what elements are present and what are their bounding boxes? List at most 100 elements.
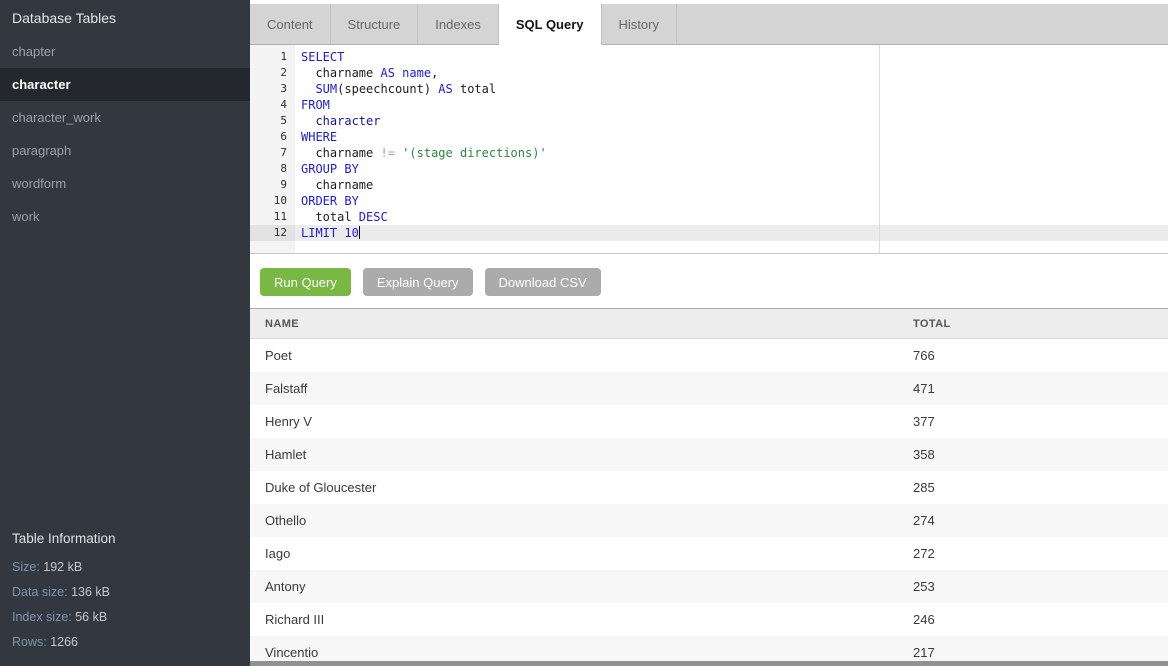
line-number: 3 bbox=[250, 81, 295, 97]
tab-content[interactable]: Content bbox=[250, 4, 331, 45]
line-number: 6 bbox=[250, 129, 295, 145]
sql-token-kw: AS bbox=[380, 66, 394, 80]
sql-token-plain: total bbox=[301, 210, 359, 224]
cell-name: Antony bbox=[250, 579, 898, 594]
sidebar-item-work[interactable]: work bbox=[0, 200, 250, 233]
tab-bar-filler bbox=[677, 4, 1168, 45]
bottom-scroll-strip bbox=[250, 661, 1168, 666]
main-panel: ContentStructureIndexesSQL QueryHistory … bbox=[250, 0, 1168, 666]
tab-sql-query[interactable]: SQL Query bbox=[499, 4, 602, 45]
cell-total: 274 bbox=[898, 513, 1168, 528]
line-number: 12 bbox=[250, 225, 295, 241]
tab-history[interactable]: History bbox=[602, 4, 677, 45]
code-line-12: 12LIMIT 10 bbox=[250, 225, 1168, 241]
line-number: 4 bbox=[250, 97, 295, 113]
line-number: 1 bbox=[250, 49, 295, 65]
sql-token-plain: charname bbox=[301, 178, 373, 192]
cell-name: Richard III bbox=[250, 612, 898, 627]
table-information-panel: Table Information Size: 192 kB Data size:… bbox=[0, 521, 250, 666]
sql-token-kw: name bbox=[402, 66, 431, 80]
download-csv-button[interactable]: Download CSV bbox=[485, 268, 601, 296]
cell-total: 766 bbox=[898, 348, 1168, 363]
cell-total: 246 bbox=[898, 612, 1168, 627]
sidebar-item-character-work[interactable]: character_work bbox=[0, 101, 250, 134]
sql-token-plain bbox=[301, 114, 315, 128]
table-row[interactable]: Duke of Gloucester285 bbox=[250, 471, 1168, 504]
sql-token-table: character bbox=[315, 114, 380, 128]
table-row[interactable]: Othello274 bbox=[250, 504, 1168, 537]
table-info-label: Data size: bbox=[12, 585, 71, 599]
sidebar: Database Tables chaptercharactercharacte… bbox=[0, 0, 250, 666]
cell-name: Iago bbox=[250, 546, 898, 561]
tab-structure[interactable]: Structure bbox=[331, 4, 419, 45]
text-cursor bbox=[359, 226, 360, 239]
editor-pane-divider bbox=[879, 45, 880, 253]
sql-token-kw: WHERE bbox=[301, 130, 337, 144]
code-line-9: 9 charname bbox=[250, 177, 1168, 193]
cell-name: Poet bbox=[250, 348, 898, 363]
tab-indexes[interactable]: Indexes bbox=[418, 4, 499, 45]
sql-token-plain: , bbox=[431, 66, 438, 80]
sql-token-plain: charname bbox=[301, 146, 380, 160]
sql-token-plain: charname bbox=[301, 66, 380, 80]
table-information-rows: Size: 192 kB Data size: 136 kB Index size:… bbox=[12, 560, 238, 649]
table-info-value: 136 kB bbox=[71, 585, 110, 599]
table-info-row-data-size-: Data size: 136 kB bbox=[12, 585, 238, 599]
code-line-2: 2 charname AS name, bbox=[250, 65, 1168, 81]
sidebar-item-paragraph[interactable]: paragraph bbox=[0, 134, 250, 167]
table-row[interactable]: Antony253 bbox=[250, 570, 1168, 603]
code-text: charname != '(stage directions)' bbox=[295, 145, 1168, 161]
sql-token-kw: DESC bbox=[359, 210, 388, 224]
sql-token-kw: SUM bbox=[315, 82, 337, 96]
table-info-row-size-: Size: 192 kB bbox=[12, 560, 238, 574]
table-row[interactable]: Falstaff471 bbox=[250, 372, 1168, 405]
table-row[interactable]: Hamlet358 bbox=[250, 438, 1168, 471]
table-row[interactable]: Poet766 bbox=[250, 339, 1168, 372]
sidebar-item-chapter[interactable]: chapter bbox=[0, 35, 250, 68]
line-number: 8 bbox=[250, 161, 295, 177]
code-line-5: 5 character bbox=[250, 113, 1168, 129]
sidebar-spacer bbox=[0, 233, 250, 521]
sql-query-editor[interactable]: 1SELECT2 charname AS name,3 SUM(speechco… bbox=[250, 45, 1168, 254]
cell-name: Hamlet bbox=[250, 447, 898, 462]
code-line-6: 6 WHERE bbox=[250, 129, 1168, 145]
sidebar-item-character[interactable]: character bbox=[0, 68, 250, 101]
cell-name: Othello bbox=[250, 513, 898, 528]
explain-query-button[interactable]: Explain Query bbox=[363, 268, 473, 296]
sql-token-kw: FROM bbox=[301, 98, 330, 112]
code-text: charname AS name, bbox=[295, 65, 1168, 81]
sql-token-op: != bbox=[380, 146, 394, 160]
code-text: SELECT bbox=[295, 49, 1168, 65]
sidebar-item-wordform[interactable]: wordform bbox=[0, 167, 250, 200]
code-text: GROUP BY bbox=[295, 161, 1168, 177]
results-rows: Poet766Falstaff471Henry V377Hamlet358Duk… bbox=[250, 339, 1168, 666]
table-row[interactable]: Iago272 bbox=[250, 537, 1168, 570]
cell-name: Duke of Gloucester bbox=[250, 480, 898, 495]
table-info-row-index-size-: Index size: 56 kB bbox=[12, 610, 238, 624]
sql-token-kw: GROUP BY bbox=[301, 162, 359, 176]
code-line-1: 1 SELECT bbox=[250, 49, 1168, 65]
code-lines: 1SELECT2 charname AS name,3 SUM(speechco… bbox=[250, 45, 1168, 241]
code-text: character bbox=[295, 113, 1168, 129]
cell-total: 358 bbox=[898, 447, 1168, 462]
cell-total: 253 bbox=[898, 579, 1168, 594]
table-info-value: 192 kB bbox=[43, 560, 82, 574]
table-information-header: Table Information bbox=[12, 531, 238, 546]
table-info-label: Rows: bbox=[12, 635, 50, 649]
query-toolbar: Run Query Explain Query Download CSV bbox=[250, 254, 1168, 308]
sql-token-num: 10 bbox=[344, 226, 358, 240]
table-row[interactable]: Richard III246 bbox=[250, 603, 1168, 636]
table-info-value: 56 kB bbox=[75, 610, 107, 624]
cell-total: 285 bbox=[898, 480, 1168, 495]
code-text: SUM(speechcount) AS total bbox=[295, 81, 1168, 97]
code-text: LIMIT 10 bbox=[295, 225, 1168, 241]
sql-token-kw: AS bbox=[438, 82, 452, 96]
sql-token-kw: SELECT bbox=[301, 50, 344, 64]
sidebar-header: Database Tables bbox=[0, 0, 250, 35]
cell-name: Falstaff bbox=[250, 381, 898, 396]
line-number: 2 bbox=[250, 65, 295, 81]
code-line-8: 8 GROUP BY bbox=[250, 161, 1168, 177]
run-query-button[interactable]: Run Query bbox=[260, 268, 351, 296]
table-row[interactable]: Henry V377 bbox=[250, 405, 1168, 438]
column-header-name: NAME bbox=[250, 318, 898, 330]
